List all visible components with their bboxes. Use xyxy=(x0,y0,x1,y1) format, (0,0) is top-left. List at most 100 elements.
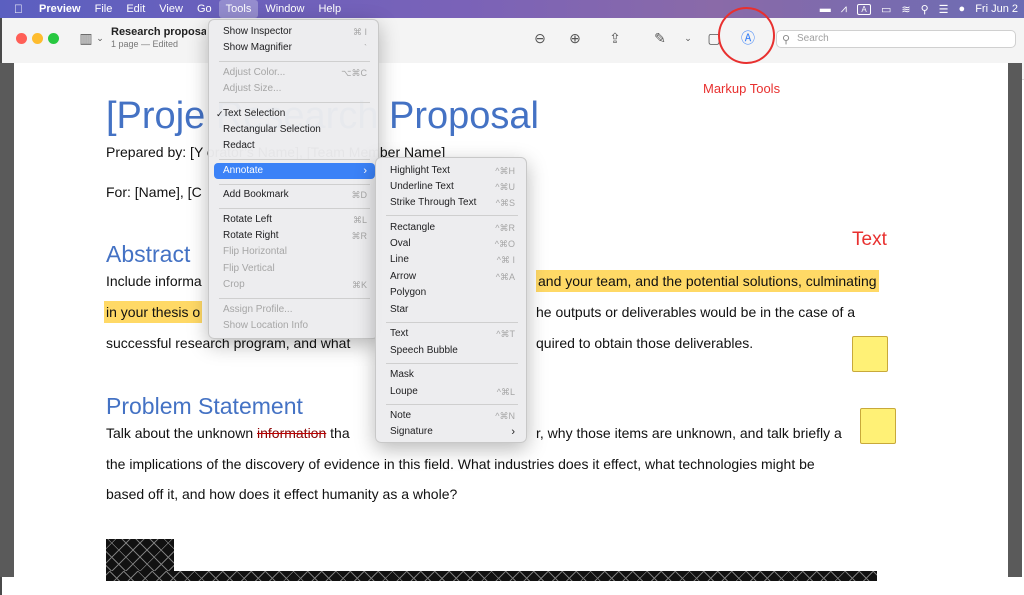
problem-line-1-end: r, why those items are unknown, and talk… xyxy=(536,425,842,441)
abstract-line-1-start: Include informa xyxy=(106,273,202,289)
chevron-right-icon: › xyxy=(511,426,515,438)
menu-separator xyxy=(219,61,370,62)
video-icon[interactable]: ▬ xyxy=(820,3,831,15)
wifi-icon[interactable]: ≋ xyxy=(901,3,910,16)
menu-item-loupe[interactable]: Loupe ^⌘L xyxy=(381,384,523,400)
menu-item-flip-vertical[interactable]: Flip Vertical xyxy=(214,261,375,277)
highlight-chevron-icon[interactable]: ⌄ xyxy=(678,28,698,48)
menu-item-show-inspector[interactable]: Show Inspector ⌘ I xyxy=(214,24,375,40)
control-center-icon[interactable]: ☰ xyxy=(939,3,949,16)
menu-item-underline-text[interactable]: Underline Text ^⌘U xyxy=(381,179,523,195)
for-line: For: [Name], [C xyxy=(106,184,202,200)
menu-bar:  Preview File Edit View Go Tools Window… xyxy=(0,0,1024,18)
annotate-submenu: Highlight Text ^⌘H Underline Text ^⌘U Stri… xyxy=(375,157,527,443)
abstract-line-2-end: he outputs or deliverables would be in t… xyxy=(536,304,856,320)
menu-item-star[interactable]: Star xyxy=(381,302,523,318)
menu-item-crop[interactable]: Crop ⌘K xyxy=(214,277,375,293)
menu-separator xyxy=(386,404,518,405)
problem-line-1-start: Talk about the unknown information tha xyxy=(106,425,350,441)
zoom-in-icon[interactable]: ⊕ xyxy=(565,28,585,48)
menu-item-rectangular-selection[interactable]: Rectangular Selection xyxy=(214,122,375,138)
menu-item-text-selection[interactable]: ✓ Text Selection xyxy=(214,106,375,122)
menu-item-mask[interactable]: Mask xyxy=(381,367,523,383)
battery-icon[interactable]: ▭ xyxy=(881,3,891,16)
tools-menu: Show Inspector ⌘ I Show Magnifier ` Adjust… xyxy=(208,19,379,339)
abstract-line-3-end: quired to obtain those deliverables. xyxy=(536,335,754,351)
menu-item-redact[interactable]: Redact xyxy=(214,138,375,154)
strikethrough-annotation[interactable]: information xyxy=(257,425,326,441)
abstract-line-2-highlight: in your thesis o xyxy=(104,301,203,323)
highlight-pen-icon[interactable]: ✎ xyxy=(650,28,670,48)
menu-edit[interactable]: Edit xyxy=(119,0,152,18)
text-callout: Text xyxy=(852,229,887,250)
checkmark-icon: ✓ xyxy=(216,109,224,119)
menu-go[interactable]: Go xyxy=(190,0,219,18)
menu-separator xyxy=(219,298,370,299)
menu-item-line[interactable]: Line ^⌘ I xyxy=(381,252,523,268)
menu-item-note[interactable]: Note ^⌘N xyxy=(381,408,523,424)
menu-item-oval[interactable]: Oval ^⌘O xyxy=(381,236,523,252)
note-annotation[interactable] xyxy=(860,408,896,444)
menu-item-annotate[interactable]: Annotate › xyxy=(214,163,375,179)
menu-view[interactable]: View xyxy=(152,0,190,18)
menu-item-text[interactable]: Text ^⌘T xyxy=(381,326,523,342)
menu-item-polygon[interactable]: Polygon xyxy=(381,285,523,301)
menu-item-adjust-color[interactable]: Adjust Color... ⌥⌘C xyxy=(214,65,375,81)
search-field[interactable]: ⚲ xyxy=(776,30,1016,48)
share-icon[interactable]: ⇪ xyxy=(605,28,625,48)
status-area: ▬ ⩘ A ▭ ≋ ⚲ ☰ ● Fri Jun 2 xyxy=(820,0,1018,18)
title-bar: ▥ ⌄ Research proposal te 1 page — Edited… xyxy=(2,18,1024,60)
window-background-right xyxy=(1008,63,1022,577)
menu-preview[interactable]: Preview xyxy=(32,0,88,18)
note-annotation[interactable] xyxy=(852,336,888,372)
abstract-line-1-highlight: and your team, and the potential solutio… xyxy=(536,270,879,292)
apple-menu-icon[interactable]:  xyxy=(0,0,32,18)
problem-line-2: the implications of the discovery of evi… xyxy=(106,456,815,472)
siri-icon[interactable]: ● xyxy=(959,3,966,15)
menu-item-strike-through-text[interactable]: Strike Through Text ^⌘S xyxy=(381,195,523,211)
problem-statement-heading: Problem Statement xyxy=(106,393,303,419)
problem-text-a: Talk about the unknown xyxy=(106,425,257,441)
waves-icon[interactable]: ⩘ xyxy=(841,3,847,16)
menu-item-show-location-info[interactable]: Show Location Info xyxy=(214,318,375,334)
menu-item-flip-horizontal[interactable]: Flip Horizontal xyxy=(214,244,375,260)
markup-tools-highlight-ring xyxy=(718,7,775,64)
menu-item-signature[interactable]: Signature › xyxy=(381,424,523,440)
menu-item-show-magnifier[interactable]: Show Magnifier ` xyxy=(214,40,375,56)
menubar-date[interactable]: Fri Jun 2 xyxy=(975,3,1018,15)
search-icon: ⚲ xyxy=(782,34,791,46)
keyboard-a-icon[interactable]: A xyxy=(856,3,871,15)
menu-separator xyxy=(219,208,370,209)
window-background-left xyxy=(0,63,14,577)
menu-item-assign-profile[interactable]: Assign Profile... xyxy=(214,302,375,318)
menu-item-rotate-left[interactable]: Rotate Left ⌘L xyxy=(214,212,375,228)
minimize-window-button[interactable] xyxy=(32,33,43,44)
zoom-out-icon[interactable]: ⊖ xyxy=(530,28,550,48)
sidebar-chevron-down-icon[interactable]: ⌄ xyxy=(90,28,110,48)
spotlight-icon[interactable]: ⚲ xyxy=(921,3,929,16)
menu-separator xyxy=(386,363,518,364)
menu-item-rotate-right[interactable]: Rotate Right ⌘R xyxy=(214,228,375,244)
menu-item-add-bookmark[interactable]: Add Bookmark ⌘D xyxy=(214,187,375,203)
chevron-right-icon: › xyxy=(363,165,367,177)
zoom-window-button[interactable] xyxy=(48,33,59,44)
abstract-heading: Abstract xyxy=(106,241,191,267)
menu-window[interactable]: Window xyxy=(258,0,311,18)
document-title: Research proposal te xyxy=(111,26,206,38)
problem-line-3: based off it, and how does it effect hum… xyxy=(106,486,458,502)
menu-separator xyxy=(219,159,370,160)
close-window-button[interactable] xyxy=(16,33,27,44)
menu-item-speech-bubble[interactable]: Speech Bubble xyxy=(381,343,523,359)
menu-tools[interactable]: Tools xyxy=(218,0,259,18)
menu-item-arrow[interactable]: Arrow ^⌘A xyxy=(381,269,523,285)
menu-item-rectangle[interactable]: Rectangle ^⌘R xyxy=(381,220,523,236)
menu-help[interactable]: Help xyxy=(311,0,348,18)
search-input[interactable] xyxy=(797,33,1007,44)
menu-separator xyxy=(386,322,518,323)
menu-file[interactable]: File xyxy=(88,0,120,18)
menu-item-adjust-size[interactable]: Adjust Size... xyxy=(214,81,375,97)
menu-item-highlight-text[interactable]: Highlight Text ^⌘H xyxy=(381,163,523,179)
markup-tools-callout: Markup Tools xyxy=(703,81,781,96)
document-subtitle: 1 page — Edited xyxy=(111,39,179,49)
redaction-block[interactable] xyxy=(106,571,877,581)
